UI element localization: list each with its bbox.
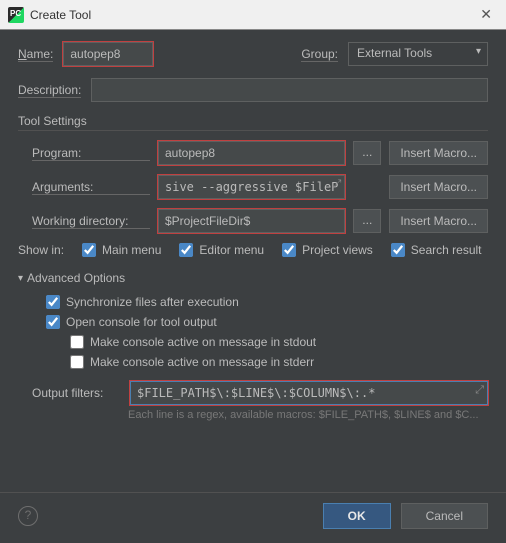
mainmenu-checkbox[interactable]: Main menu bbox=[82, 243, 161, 257]
program-label: Program: bbox=[32, 146, 150, 161]
openconsole-checkbox[interactable]: Open console for tool output bbox=[46, 315, 217, 329]
projectviews-checkbox[interactable]: Project views bbox=[282, 243, 373, 257]
stdout-checkbox[interactable]: Make console active on message in stdout bbox=[70, 335, 316, 349]
group-label: Group: bbox=[301, 47, 338, 62]
arguments-input[interactable] bbox=[158, 175, 345, 199]
editormenu-checkbox[interactable]: Editor menu bbox=[179, 243, 264, 257]
searchresult-checkbox[interactable]: Search result bbox=[391, 243, 482, 257]
close-icon[interactable]: ✕ bbox=[474, 4, 498, 25]
ok-button[interactable]: OK bbox=[323, 503, 391, 529]
showin-label: Show in: bbox=[18, 243, 64, 257]
group-select[interactable]: External Tools bbox=[348, 42, 488, 66]
workdir-macro-button[interactable]: Insert Macro... bbox=[389, 209, 488, 233]
outputfilters-hint: Each line is a regex, available macros: … bbox=[128, 409, 488, 421]
cancel-button[interactable]: Cancel bbox=[401, 503, 488, 529]
window-title: Create Tool bbox=[30, 8, 474, 22]
expand-icon[interactable]: ⤢ bbox=[475, 384, 484, 397]
description-label: Description: bbox=[18, 83, 81, 98]
tool-settings-heading: Tool Settings bbox=[18, 114, 488, 131]
expand-icon[interactable]: ⤢ bbox=[333, 178, 342, 191]
titlebar: PC Create Tool ✕ bbox=[0, 0, 506, 30]
footer: ? OK Cancel bbox=[0, 492, 506, 543]
workdir-label: Working directory: bbox=[32, 214, 150, 229]
program-input[interactable] bbox=[158, 141, 345, 165]
program-macro-button[interactable]: Insert Macro... bbox=[389, 141, 488, 165]
program-browse-button[interactable]: ... bbox=[353, 141, 381, 165]
workdir-browse-button[interactable]: ... bbox=[353, 209, 381, 233]
help-icon[interactable]: ? bbox=[18, 506, 38, 526]
outputfilters-input[interactable] bbox=[130, 381, 488, 405]
name-label: Name: bbox=[18, 47, 53, 62]
sync-checkbox[interactable]: Synchronize files after execution bbox=[46, 295, 239, 309]
arguments-label: Arguments: bbox=[32, 180, 150, 195]
app-icon: PC bbox=[8, 7, 24, 23]
description-input[interactable] bbox=[91, 78, 488, 102]
name-input[interactable] bbox=[63, 42, 153, 66]
advanced-expander[interactable]: ▾ Advanced Options bbox=[18, 271, 488, 285]
workdir-input[interactable] bbox=[158, 209, 345, 233]
arguments-macro-button[interactable]: Insert Macro... bbox=[389, 175, 488, 199]
chevron-down-icon: ▾ bbox=[18, 273, 23, 284]
stderr-checkbox[interactable]: Make console active on message in stderr bbox=[70, 355, 314, 369]
outputfilters-label: Output filters: bbox=[32, 386, 122, 400]
